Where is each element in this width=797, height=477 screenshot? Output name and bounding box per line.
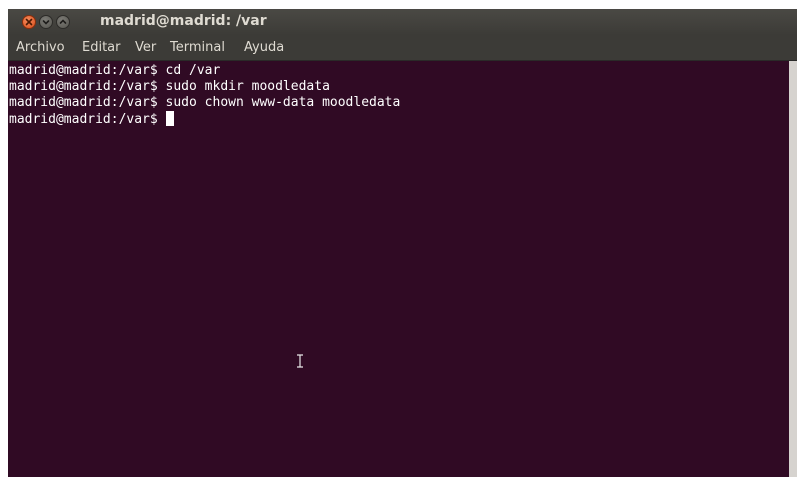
menu-ayuda[interactable]: Ayuda [244,40,284,55]
menu-ver[interactable]: Ver [135,40,156,55]
menu-bar: Archivo Editar Ver Terminal Ayuda [8,35,797,61]
menu-archivo[interactable]: Archivo [16,40,65,55]
prompt-text: madrid@madrid:/var$ [9,112,166,127]
prompt-line[interactable]: madrid@madrid:/var$ [9,111,174,128]
mouse-ibeam-icon [296,354,304,373]
terminal-line: madrid@madrid:/var$ sudo chown www-data … [9,95,401,110]
title-bar[interactable]: madrid@madrid: /var [8,9,797,35]
scrollbar[interactable] [789,61,797,477]
terminal-output[interactable]: madrid@madrid:/var$ cd /var madrid@madri… [8,61,789,477]
terminal-line: madrid@madrid:/var$ cd /var [9,63,221,78]
text-cursor [165,111,174,126]
menu-editar[interactable]: Editar [82,40,121,55]
window-title: madrid@madrid: /var [100,13,267,29]
minimize-icon[interactable] [39,15,53,29]
close-icon[interactable] [22,15,36,29]
maximize-icon[interactable] [56,15,70,29]
terminal-line: madrid@madrid:/var$ sudo mkdir moodledat… [9,79,330,94]
menu-terminal[interactable]: Terminal [170,40,225,55]
terminal-window: madrid@madrid: /var Archivo Editar Ver T… [8,9,797,477]
